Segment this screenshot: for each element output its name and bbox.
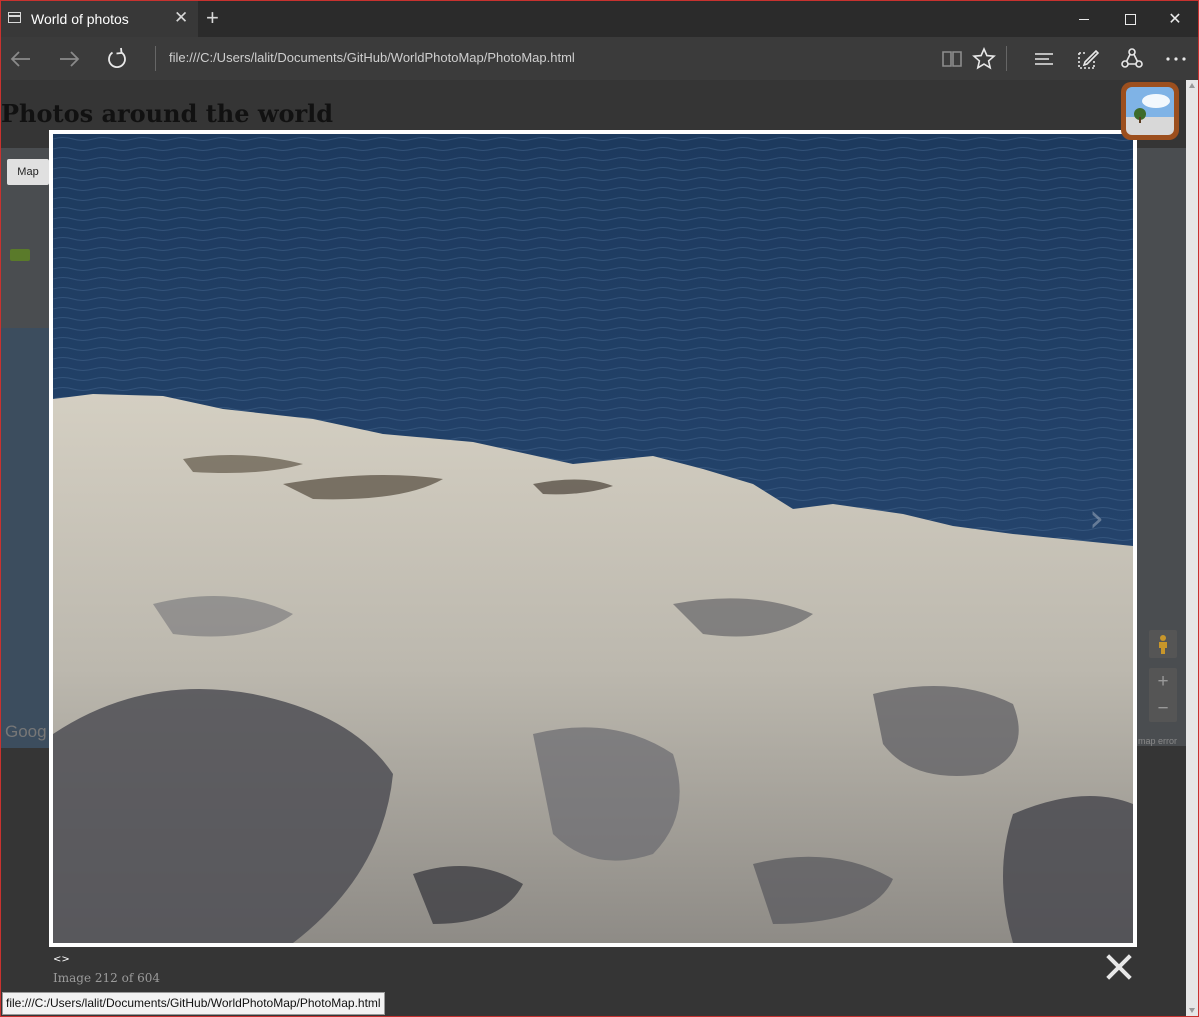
share-icon[interactable]	[1118, 45, 1146, 73]
browser-window: World of photos ✕ + ✕ file:///C:/Users/l…	[0, 0, 1199, 1017]
tab-title: World of photos	[31, 11, 129, 27]
status-bar-url: file:///C:/Users/lalit/Documents/GitHub/…	[2, 992, 385, 1015]
page-icon	[8, 12, 21, 23]
favorite-star-icon[interactable]	[970, 45, 998, 73]
browser-tab[interactable]: World of photos ✕	[1, 1, 198, 37]
close-icon[interactable]	[1105, 953, 1133, 981]
address-bar[interactable]: file:///C:/Users/lalit/Documents/GitHub/…	[169, 50, 575, 65]
navigation-bar: file:///C:/Users/lalit/Documents/GitHub/…	[1, 37, 1198, 80]
photo-image	[53, 134, 1133, 943]
road-shield-icon	[10, 249, 30, 261]
title-bar: World of photos ✕ + ✕	[1, 1, 1198, 37]
forward-arrow-icon[interactable]	[54, 44, 84, 74]
divider	[1006, 46, 1007, 71]
new-tab-button[interactable]: +	[206, 7, 219, 29]
google-logo: Goog	[5, 722, 47, 741]
maximize-button[interactable]	[1106, 1, 1152, 37]
zoom-in-button[interactable]: +	[1149, 668, 1177, 695]
app-logo	[1121, 82, 1179, 140]
minimize-button[interactable]	[1060, 1, 1106, 37]
page-scrollbar[interactable]	[1186, 80, 1198, 1016]
hub-icon[interactable]	[1030, 45, 1058, 73]
tree-landscape-icon	[1126, 87, 1174, 135]
map-type-button[interactable]: Map	[7, 159, 49, 185]
image-counter: Image 212 of 604	[53, 971, 160, 985]
map-error-link[interactable]: map error	[1138, 736, 1177, 746]
pegman-icon[interactable]	[1149, 630, 1177, 658]
divider	[155, 46, 156, 71]
window-close-button[interactable]: ✕	[1152, 1, 1198, 37]
more-icon[interactable]	[1162, 45, 1190, 73]
reading-view-icon[interactable]	[938, 45, 966, 73]
lightbox-photo[interactable]	[49, 130, 1137, 947]
next-photo-arrow-icon[interactable]: ›	[1089, 498, 1104, 538]
page-title: Photos around the world	[1, 99, 334, 128]
back-arrow-icon[interactable]	[6, 44, 36, 74]
web-note-icon[interactable]	[1074, 45, 1102, 73]
seascape-rocks-image	[53, 134, 1133, 943]
tab-close-icon[interactable]: ✕	[174, 9, 188, 27]
lightbox-nav-text[interactable]: <>	[53, 954, 70, 965]
refresh-icon[interactable]	[102, 44, 132, 74]
zoom-out-button[interactable]: −	[1149, 695, 1177, 722]
